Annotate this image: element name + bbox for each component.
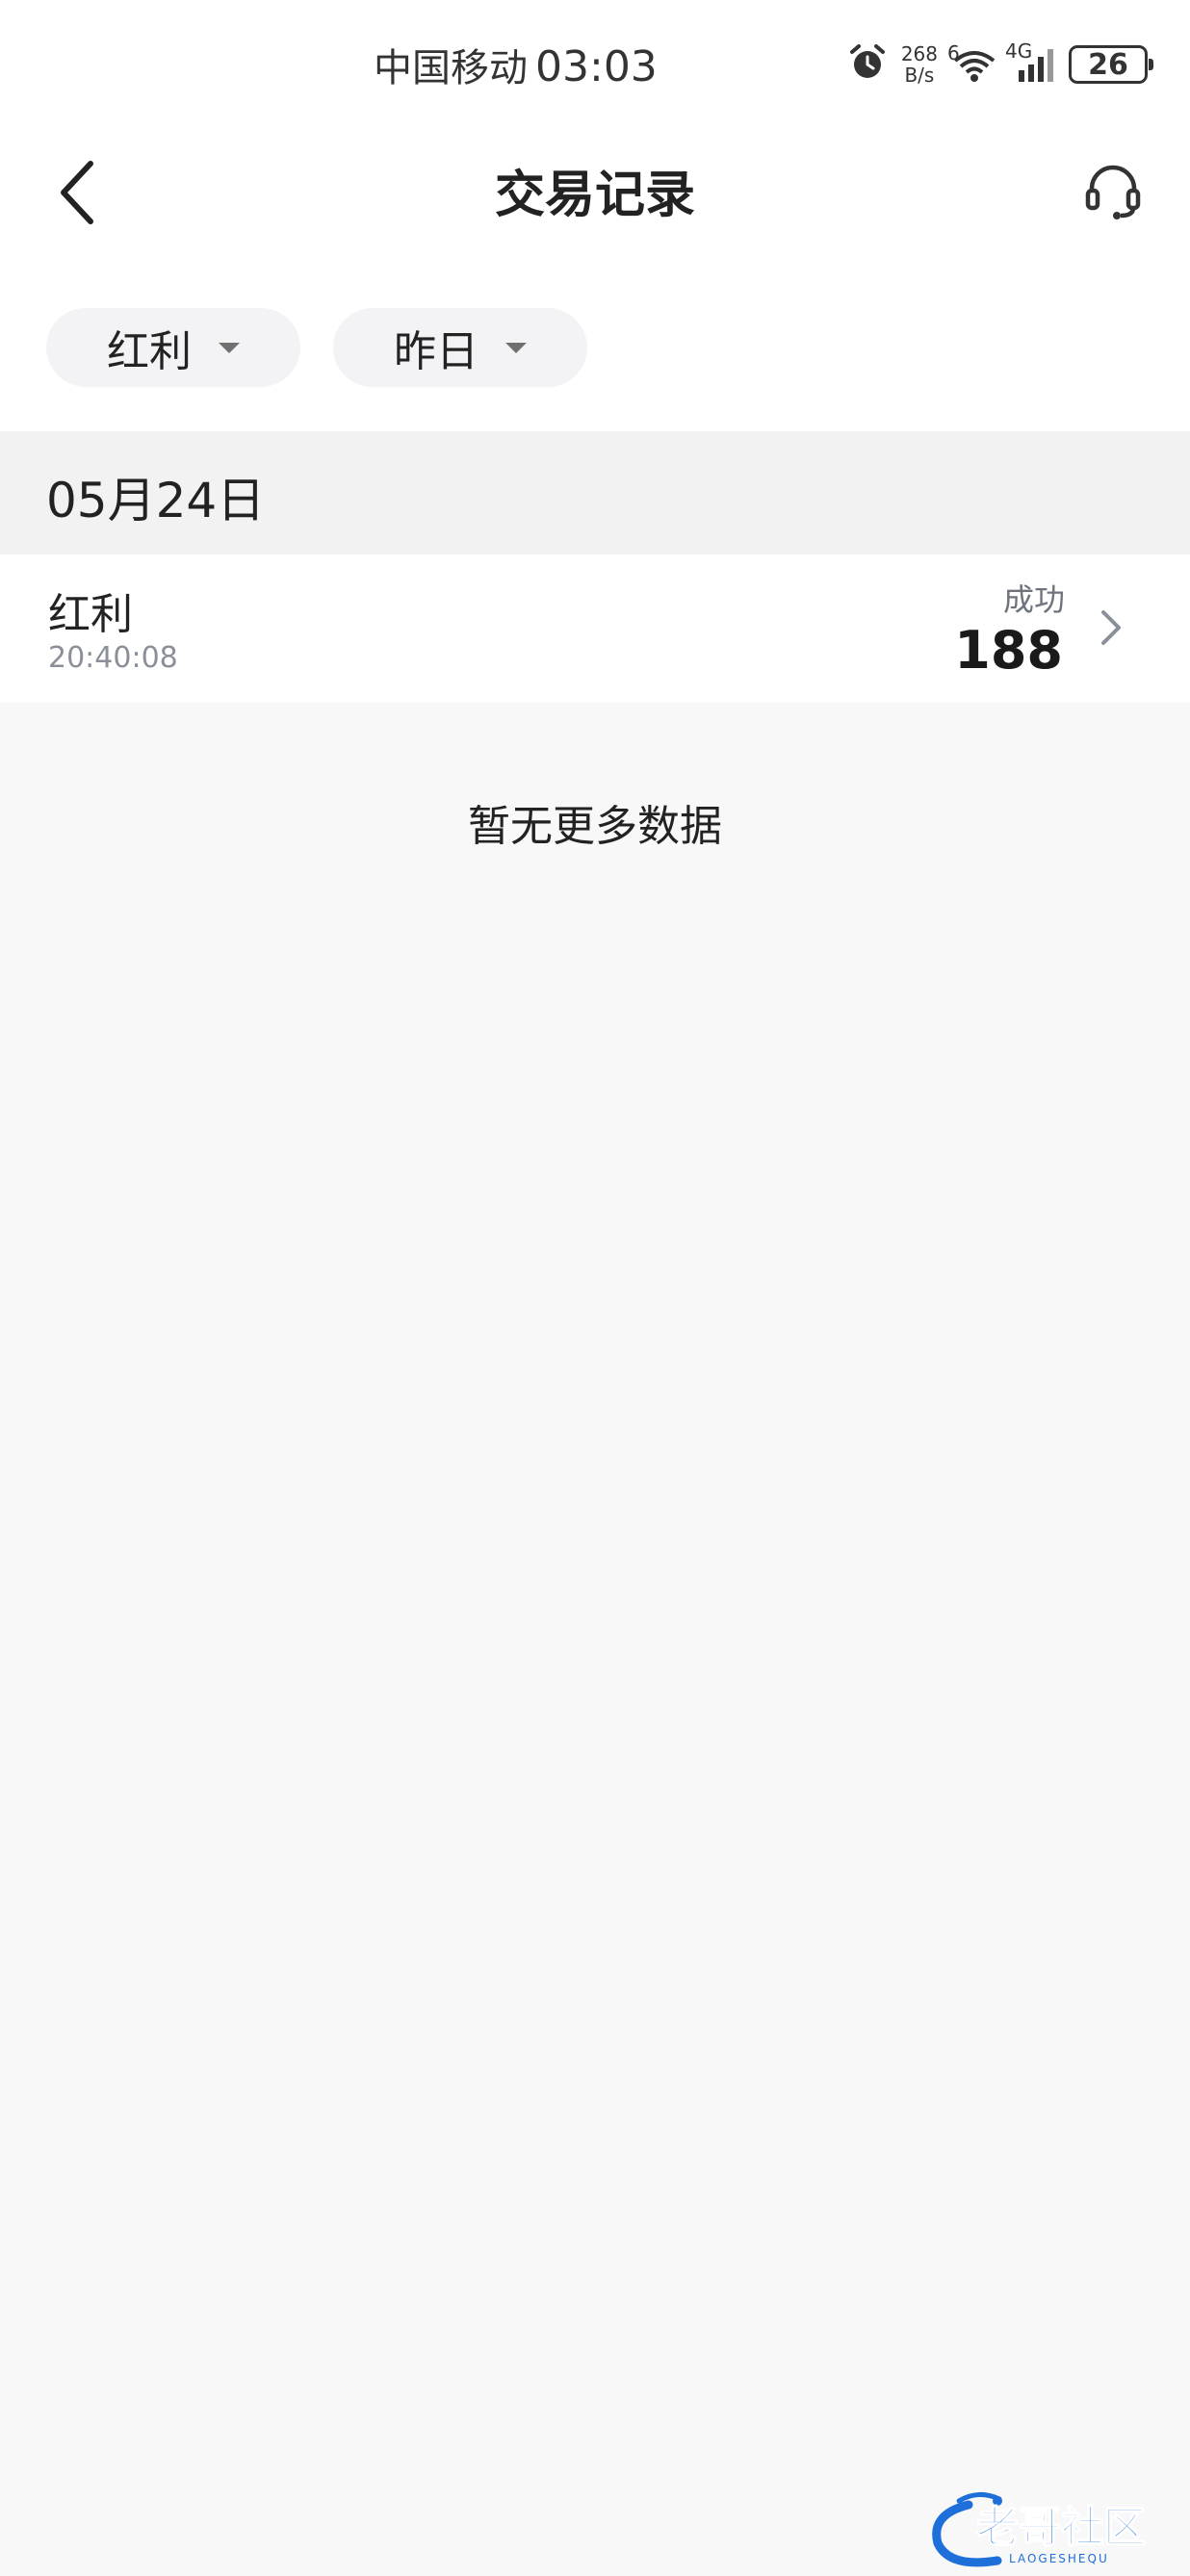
filter-bar: 红利 昨日	[0, 252, 1190, 431]
type-filter-label: 红利	[107, 327, 192, 376]
network-speed: 268 B/s	[901, 43, 938, 86]
watermark-subtext: LAOGESHEQU	[1009, 2552, 1109, 2565]
chevron-right-icon	[1092, 608, 1130, 647]
transaction-status: 成功	[1002, 581, 1065, 618]
cell-network-label: 4G	[1005, 39, 1033, 63]
carrier-label: 中国移动	[374, 46, 528, 90]
status-bar: 中国移动 03:03 268 B/s 6 4G 26	[0, 0, 1190, 131]
app-screen: 中国移动 03:03 268 B/s 6 4G 26 交易记录 红利 昨日 05…	[0, 0, 1190, 2576]
no-more-data-text: 暂无更多数据	[468, 802, 722, 851]
caret-down-icon	[505, 342, 527, 353]
customer-service-button[interactable]	[1074, 154, 1151, 231]
back-button[interactable]	[39, 156, 116, 233]
page-title: 交易记录	[494, 167, 695, 224]
transaction-time: 20:40:08	[48, 641, 178, 675]
alarm-icon	[847, 42, 888, 87]
wifi-label: 6	[947, 41, 960, 64]
cellular-signal-icon: 4G	[1005, 39, 1057, 84]
type-filter-dropdown[interactable]: 红利	[46, 308, 300, 387]
wifi-icon: 6	[947, 41, 997, 84]
chevron-left-icon	[54, 158, 100, 231]
transaction-type: 红利	[48, 590, 133, 639]
date-header-label: 05月24日	[46, 473, 266, 528]
status-icons: 268 B/s 6 4G 26	[847, 39, 1153, 87]
battery-indicator: 26	[1069, 45, 1153, 84]
date-filter-dropdown[interactable]: 昨日	[333, 308, 587, 387]
transaction-row[interactable]: 红利 20:40:08 成功 188	[0, 554, 1190, 703]
net-speed-unit: B/s	[904, 64, 935, 87]
watermark-text: 老哥社区	[976, 2503, 1146, 2552]
date-section-header: 05月24日	[0, 431, 1190, 554]
status-carrier-time: 中国移动 03:03	[374, 37, 658, 92]
date-filter-label: 昨日	[394, 327, 479, 376]
clock-time: 03:03	[535, 42, 658, 91]
caret-down-icon	[219, 342, 240, 353]
net-speed-value: 268	[900, 42, 938, 65]
transaction-amount: 188	[954, 620, 1063, 681]
battery-level: 26	[1088, 47, 1128, 82]
headset-icon	[1082, 160, 1144, 225]
watermark-logo: 老哥社区 LAOGESHEQU	[920, 2486, 1177, 2572]
nav-bar: 交易记录	[0, 131, 1190, 252]
